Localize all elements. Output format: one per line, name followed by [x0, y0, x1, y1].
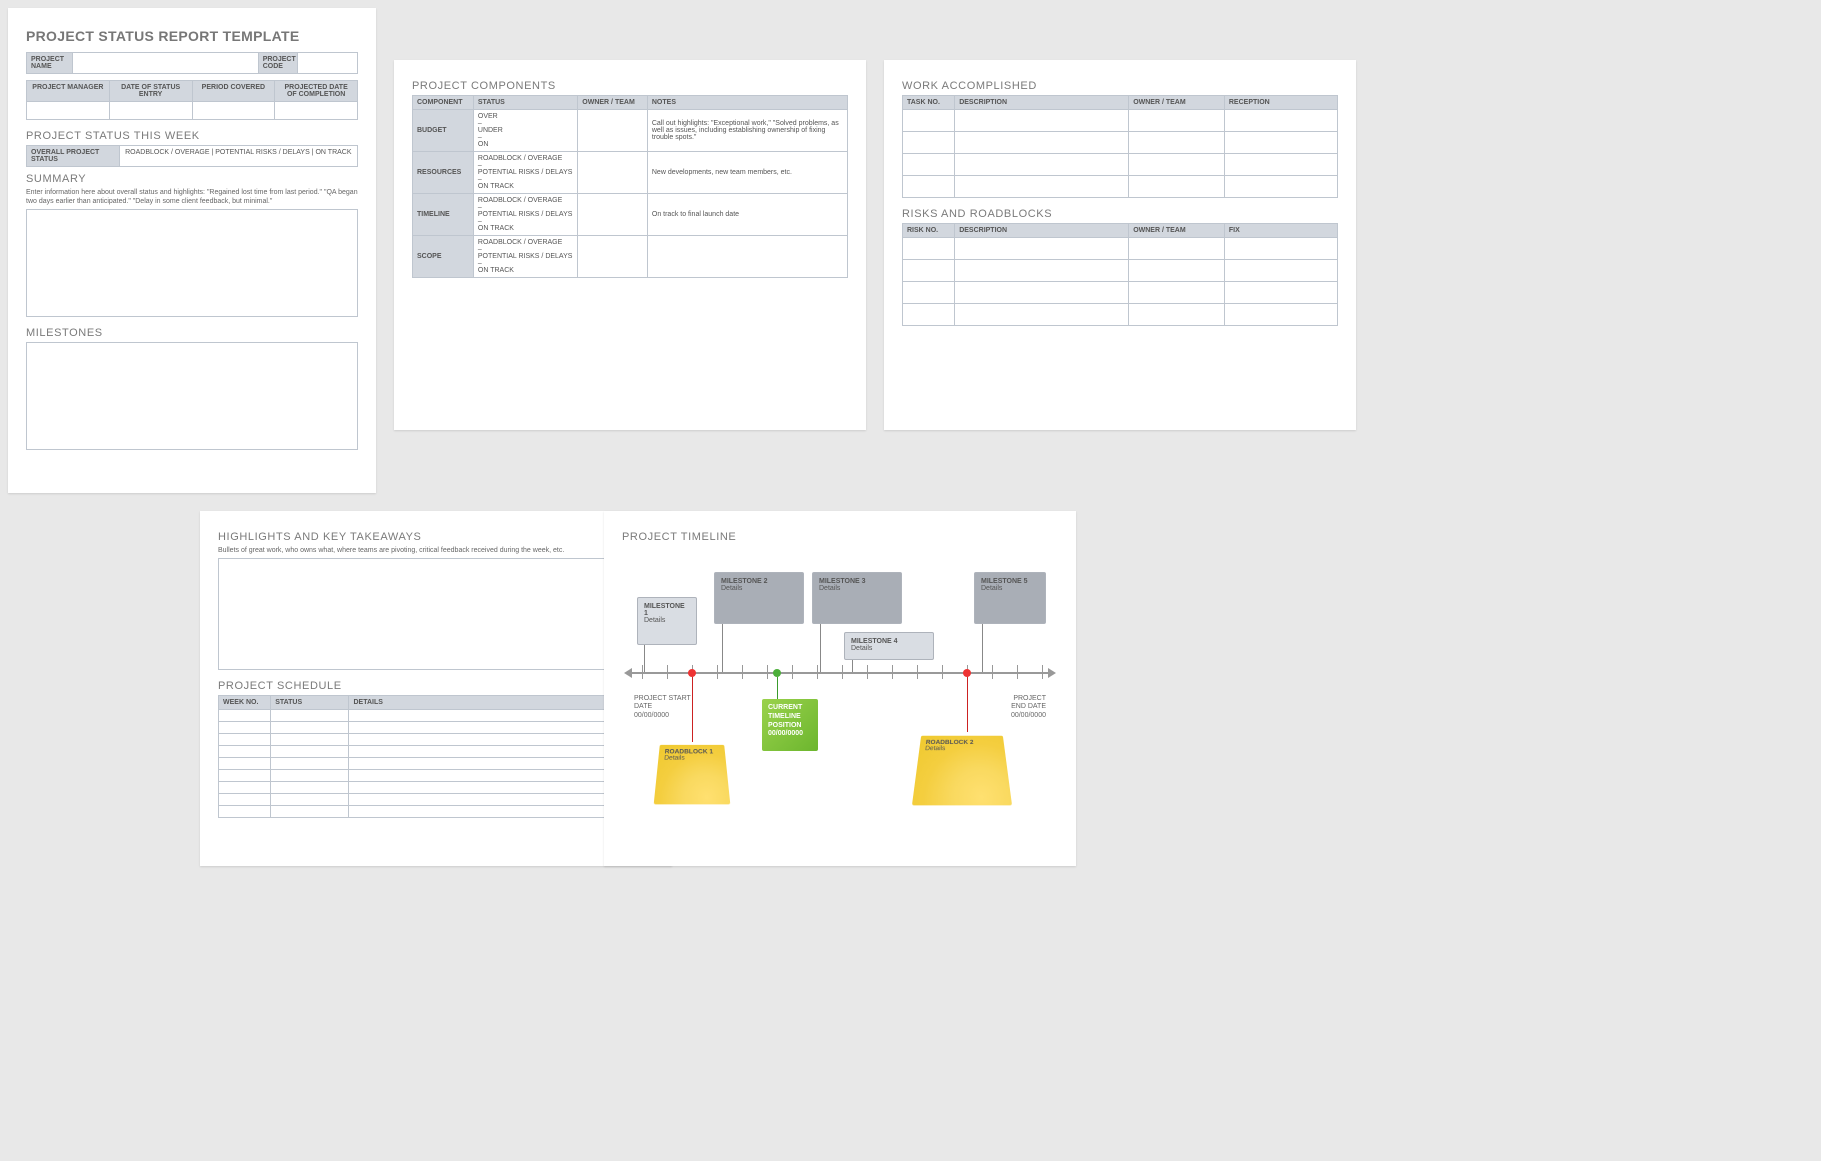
scope-notes — [647, 236, 847, 278]
col-status: STATUS — [473, 96, 577, 110]
resources-status: ROADBLOCK / OVERAGE – POTENTIAL RISKS / … — [473, 152, 577, 194]
table-row[interactable] — [219, 770, 271, 782]
overall-status-bar: OVERALL PROJECT STATUS ROADBLOCK / OVERA… — [26, 145, 358, 167]
input-project-code[interactable] — [298, 53, 358, 74]
table-row[interactable] — [903, 176, 955, 198]
input-project-name[interactable] — [73, 53, 258, 74]
timeline-end-label: PROJECT END DATE 00/00/0000 — [1011, 695, 1046, 720]
milestones-box[interactable] — [26, 342, 358, 450]
summary-hint: Enter information here about overall sta… — [26, 188, 358, 206]
sched-col-1: STATUS — [271, 696, 349, 710]
budget-owner[interactable] — [578, 110, 648, 152]
budget-status: OVER – UNDER – ON — [473, 110, 577, 152]
roadblock-1: ROADBLOCK 1Details — [654, 745, 731, 805]
page-timeline: PROJECT TIMELINE MILESTONE 1Details MILE… — [604, 511, 1076, 866]
input-project-manager[interactable] — [27, 102, 110, 120]
label-overall-status: OVERALL PROJECT STATUS — [27, 146, 120, 167]
table-row[interactable] — [903, 132, 955, 154]
milestone-4: MILESTONE 4Details — [844, 632, 934, 660]
section-schedule: PROJECT SCHEDULE — [218, 680, 654, 692]
milestone-1: MILESTONE 1Details — [637, 597, 697, 645]
timeline-owner[interactable] — [578, 194, 648, 236]
col-owner: OWNER / TEAM — [578, 96, 648, 110]
sched-col-0: WEEK NO. — [219, 696, 271, 710]
table-row[interactable] — [219, 758, 271, 770]
row-resources: RESOURCES — [413, 152, 474, 194]
section-timeline: PROJECT TIMELINE — [622, 531, 1058, 543]
table-row[interactable] — [219, 734, 271, 746]
scope-status: ROADBLOCK / OVERAGE – POTENTIAL RISKS / … — [473, 236, 577, 278]
risks-col-3: FIX — [1224, 224, 1337, 238]
resources-owner[interactable] — [578, 152, 648, 194]
summary-box[interactable] — [26, 209, 358, 317]
label-status-entry: DATE OF STATUS ENTRY — [109, 81, 192, 102]
table-row[interactable] — [903, 238, 955, 260]
budget-notes: Call out highlights: "Exceptional work,"… — [647, 110, 847, 152]
milestone-5: MILESTONE 5Details — [974, 572, 1046, 624]
work-col-0: TASK NO. — [903, 96, 955, 110]
col-notes: NOTES — [647, 96, 847, 110]
scope-owner[interactable] — [578, 236, 648, 278]
timeline-notes: On track to final launch date — [647, 194, 847, 236]
table-row[interactable] — [903, 110, 955, 132]
table-row[interactable] — [219, 746, 271, 758]
section-components: PROJECT COMPONENTS — [412, 80, 848, 92]
page-work-risks: WORK ACCOMPLISHED TASK NO. DESCRIPTION O… — [884, 60, 1356, 430]
section-status-week: PROJECT STATUS THIS WEEK — [26, 130, 358, 142]
row-scope: SCOPE — [413, 236, 474, 278]
table-row[interactable] — [219, 710, 271, 722]
work-table: TASK NO. DESCRIPTION OWNER / TEAM RECEPT… — [902, 95, 1338, 198]
timeline-diagram: MILESTONE 1Details MILESTONE 2Details MI… — [622, 547, 1058, 837]
label-period-covered: PERIOD COVERED — [192, 81, 275, 102]
input-status-entry[interactable] — [109, 102, 192, 120]
timeline-status: ROADBLOCK / OVERAGE – POTENTIAL RISKS / … — [473, 194, 577, 236]
work-col-2: OWNER / TEAM — [1129, 96, 1225, 110]
label-projected-completion: PROJECTED DATE OF COMPLETION — [275, 81, 358, 102]
risks-col-2: OWNER / TEAM — [1129, 224, 1225, 238]
page-status-report: PROJECT STATUS REPORT TEMPLATE PROJECT N… — [8, 8, 376, 493]
header-table-2: PROJECT MANAGER DATE OF STATUS ENTRY PER… — [26, 80, 358, 120]
table-row[interactable] — [219, 722, 271, 734]
header-table-1: PROJECT NAME PROJECT CODE — [26, 52, 358, 74]
table-row[interactable] — [219, 794, 271, 806]
risks-col-0: RISK NO. — [903, 224, 955, 238]
components-table: COMPONENT STATUS OWNER / TEAM NOTES BUDG… — [412, 95, 848, 278]
row-budget: BUDGET — [413, 110, 474, 152]
timeline-start-label: PROJECT START DATE 00/00/0000 — [634, 695, 691, 720]
table-row[interactable] — [219, 782, 271, 794]
page-components: PROJECT COMPONENTS COMPONENT STATUS OWNE… — [394, 60, 866, 430]
page-title: PROJECT STATUS REPORT TEMPLATE — [26, 28, 358, 44]
row-timeline: TIMELINE — [413, 194, 474, 236]
work-col-1: DESCRIPTION — [955, 96, 1129, 110]
table-row[interactable] — [903, 282, 955, 304]
table-row[interactable] — [219, 806, 271, 818]
risks-table: RISK NO. DESCRIPTION OWNER / TEAM FIX — [902, 223, 1338, 326]
milestone-2: MILESTONE 2Details — [714, 572, 804, 624]
highlights-box[interactable] — [218, 558, 654, 670]
page-highlights-schedule: HIGHLIGHTS AND KEY TAKEAWAYS Bullets of … — [200, 511, 672, 866]
input-projected-completion[interactable] — [275, 102, 358, 120]
overall-status-legend: ROADBLOCK / OVERAGE | POTENTIAL RISKS / … — [119, 146, 357, 167]
section-milestones: MILESTONES — [26, 327, 358, 339]
table-row[interactable] — [903, 304, 955, 326]
label-project-manager: PROJECT MANAGER — [27, 81, 110, 102]
risks-col-1: DESCRIPTION — [955, 224, 1129, 238]
input-period-covered[interactable] — [192, 102, 275, 120]
section-risks: RISKS AND ROADBLOCKS — [902, 208, 1338, 220]
table-row[interactable] — [903, 154, 955, 176]
resources-notes: New developments, new team members, etc. — [647, 152, 847, 194]
roadblock-2: ROADBLOCK 2Details — [912, 736, 1012, 806]
section-work: WORK ACCOMPLISHED — [902, 80, 1338, 92]
section-highlights: HIGHLIGHTS AND KEY TAKEAWAYS — [218, 531, 654, 543]
schedule-table: WEEK NO. STATUS DETAILS — [218, 695, 654, 818]
table-row[interactable] — [903, 260, 955, 282]
milestone-3: MILESTONE 3Details — [812, 572, 902, 624]
highlights-hint: Bullets of great work, who owns what, wh… — [218, 546, 654, 555]
current-position: CURRENT TIMELINE POSITION 00/00/0000 — [762, 699, 818, 751]
col-component: COMPONENT — [413, 96, 474, 110]
label-project-name: PROJECT NAME — [27, 53, 73, 74]
label-project-code: PROJECT CODE — [258, 53, 298, 74]
work-col-3: RECEPTION — [1224, 96, 1337, 110]
section-summary: SUMMARY — [26, 173, 358, 185]
